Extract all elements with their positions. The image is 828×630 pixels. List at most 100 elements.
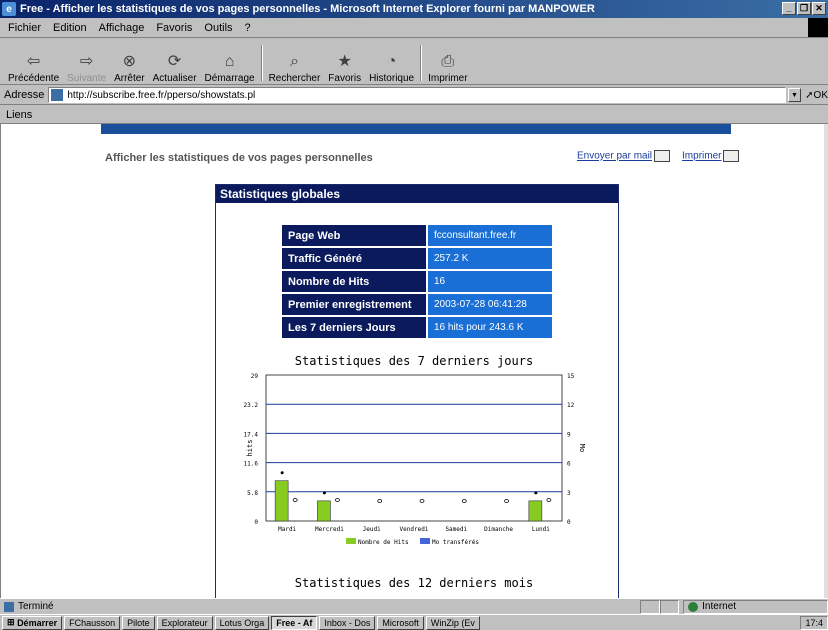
globe-icon (688, 601, 699, 612)
status-main: Terminé (0, 601, 640, 612)
menu-fichier[interactable]: Fichier (8, 22, 41, 34)
print-button[interactable]: ⎙ Imprimer (424, 42, 471, 84)
y-tick-label: 23.2 (244, 402, 259, 409)
go-button[interactable]: ➚OK (805, 90, 828, 101)
home-button[interactable]: ⌂ Démarrage (201, 42, 259, 84)
y-axis-label: hits (246, 440, 254, 457)
clock: 17:4 (805, 617, 823, 628)
bar-hits (317, 500, 331, 522)
menu-help[interactable]: ? (245, 22, 251, 34)
mail-link[interactable]: Envoyer par mail (577, 151, 652, 162)
stats-panel: Statistiques globales Page Web fcconsulta… (215, 184, 619, 598)
menu-bar: Fichier Edition Affichage Favoris Outils… (0, 18, 828, 38)
task-microsoft[interactable]: Microsoft (377, 615, 424, 630)
y-tick-label: 5.8 (247, 490, 258, 497)
window-controls: _ ❐ ✕ (782, 2, 826, 15)
refresh-button[interactable]: ⟳ Actualiser (149, 42, 201, 84)
stats-table: Page Web fcconsultant.free.fr Traffic Gén… (280, 223, 554, 340)
close-icon[interactable]: ✕ (812, 2, 826, 15)
mail-icon[interactable] (654, 150, 671, 162)
y2-tick-label: 0 (567, 519, 571, 526)
favorites-label: Favoris (328, 73, 362, 84)
favorites-button[interactable]: ★ Favoris (324, 42, 365, 84)
x-tick-label: Samedi (445, 526, 467, 533)
print-label: Imprimer (428, 73, 468, 84)
windows-logo-icon (808, 18, 828, 37)
page-icon (4, 601, 14, 612)
refresh-label: Actualiser (152, 73, 197, 84)
data-label-hits (534, 491, 538, 495)
taskbar: ⊞ Démarrer FChausson Pilote Explorateur … (0, 614, 828, 630)
minimize-icon[interactable]: _ (782, 2, 796, 15)
stat-key: Nombre de Hits (282, 271, 426, 292)
home-icon: ⌂ (224, 53, 235, 70)
menu-outils[interactable]: Outils (204, 22, 232, 34)
links-label[interactable]: Liens (6, 109, 32, 121)
task-label: Microsoft (382, 617, 419, 628)
weekly-chart: Statistiques des 7 derniers jours 0 0 5.8 3 1… (244, 354, 586, 546)
y2-tick-label: 15 (567, 373, 575, 380)
task-label: WinZip (Ev (430, 617, 475, 628)
page-actions: Envoyer par mail Imprimer (577, 150, 740, 162)
address-field[interactable]: http://subscribe.free.fr/pperso/showstat… (48, 87, 786, 103)
back-button[interactable]: ⇦ Précédente (4, 42, 63, 84)
menu-favoris[interactable]: Favoris (156, 22, 192, 34)
y-tick-label: 11.6 (244, 461, 259, 468)
search-button[interactable]: ⌕ Rechercher (265, 42, 325, 84)
stop-button[interactable]: ⊗ Arrêter (110, 42, 149, 84)
task-winzip[interactable]: WinZip (Ev (425, 615, 480, 630)
table-row: Traffic Généré 257.2 K (282, 248, 552, 269)
stop-label: Arrêter (114, 73, 145, 84)
stat-value: 16 hits pour 243.6 K (428, 317, 552, 338)
task-explorateur[interactable]: Explorateur (156, 615, 213, 630)
task-pilote[interactable]: Pilote (122, 615, 155, 630)
site-nav-strip[interactable] (101, 124, 731, 134)
table-row: Premier enregistrement 2003-07-28 06:41:2… (282, 294, 552, 315)
address-dropdown-icon[interactable]: ▼ (787, 88, 802, 102)
start-button[interactable]: ⊞ Démarrer (2, 615, 63, 630)
toolbar: ⇦ Précédente ⇨ Suivante ⊗ Arrêter ⟳ Actualis… (0, 39, 828, 85)
history-button[interactable]: ◔ Historique (365, 42, 418, 84)
bar-hits (274, 480, 289, 522)
task-label: Explorateur (161, 617, 208, 628)
address-url: http://subscribe.free.fr/pperso/showstat… (67, 89, 256, 101)
forward-button[interactable]: ⇨ Suivante (63, 42, 110, 84)
y2-tick-label: 6 (567, 461, 571, 468)
task-label: Free - Af (276, 617, 313, 628)
printer-icon[interactable] (723, 150, 740, 162)
y2-tick-label: 9 (567, 431, 571, 438)
back-arrow-icon: ⇦ (26, 53, 41, 70)
y-tick-label: 29 (251, 373, 259, 380)
task-fchausson[interactable]: FChausson (64, 615, 121, 630)
system-tray: 17:4 (800, 615, 828, 630)
task-free[interactable]: Free - Af (271, 615, 318, 630)
stat-key: Traffic Généré (282, 248, 426, 269)
status-cell (659, 599, 680, 614)
vertical-scrollbar[interactable] (824, 124, 828, 598)
data-label-hits (322, 491, 326, 495)
forward-label: Suivante (67, 73, 107, 84)
status-bar: Terminé Internet (0, 598, 828, 614)
restore-icon[interactable]: ❐ (797, 2, 811, 15)
task-inbox[interactable]: Inbox - Dos (319, 615, 376, 630)
address-label: Adresse (4, 89, 45, 101)
stat-value: 16 (428, 271, 552, 292)
mail-action: Envoyer par mail (577, 150, 671, 162)
toolbar-separator (260, 45, 263, 81)
stop-icon: ⊗ (122, 53, 137, 70)
print-link[interactable]: Imprimer (682, 151, 721, 162)
task-lotus[interactable]: Lotus Orga (214, 615, 270, 630)
zone-label: Internet (702, 601, 737, 612)
forward-arrow-icon: ⇨ (79, 53, 94, 70)
task-label: FChausson (69, 617, 116, 628)
stat-value: 257.2 K (428, 248, 552, 269)
x-tick-label: Vendredi (400, 526, 429, 533)
menu-edition[interactable]: Edition (53, 22, 87, 34)
legend-label: Mo transférés (432, 539, 479, 546)
y2-axis-label: Mo (578, 444, 586, 452)
stat-value: fcconsultant.free.fr (428, 225, 552, 246)
task-label: Lotus Orga (219, 617, 265, 628)
start-label: Démarrer (17, 617, 58, 628)
favorites-icon: ★ (337, 53, 352, 70)
menu-affichage[interactable]: Affichage (99, 22, 145, 34)
